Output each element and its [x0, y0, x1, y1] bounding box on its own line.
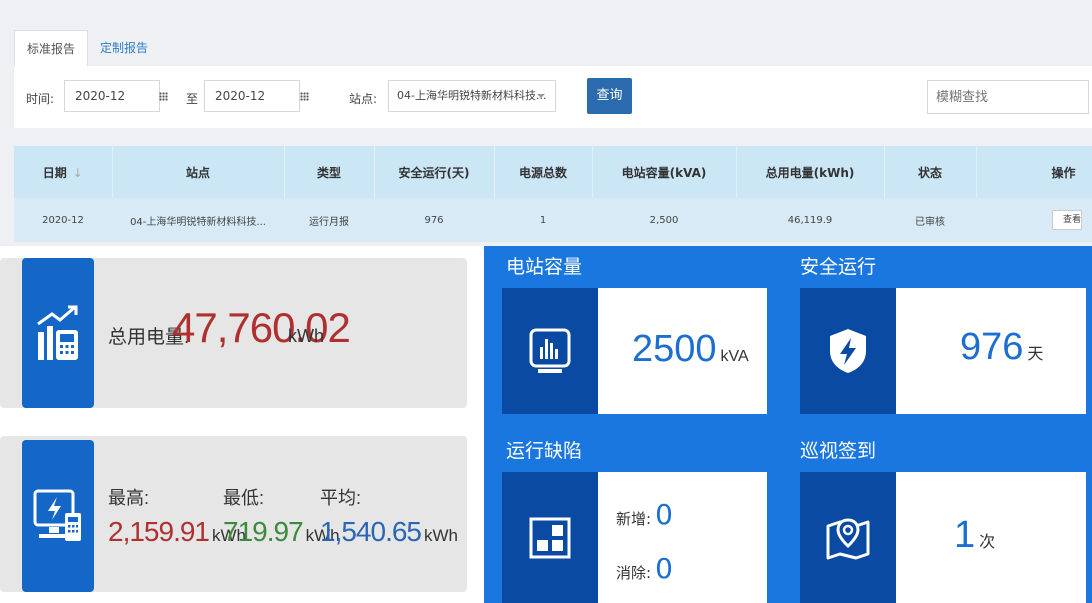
energy-stats-card: 最高: 2,159.91 kWh 最低: 719.97 kWh 平均: 1,540.… — [0, 436, 467, 592]
cell-status: 已审核 — [884, 198, 976, 242]
capacity-tile: 2500 kVA — [502, 288, 767, 414]
query-button[interactable]: 查询 — [587, 78, 632, 114]
cell-safe-days: 976 — [374, 198, 494, 242]
col-action-header: 操作 — [976, 146, 1092, 198]
cell-type: 运行月报 — [284, 198, 374, 242]
defects-title: 运行缺陷 — [506, 441, 583, 462]
chevron-down-icon — [537, 94, 545, 98]
cell-action: 查看 — [976, 198, 1092, 242]
cell-power-count: 1 — [494, 198, 592, 242]
report-tabs: 标准报告 定制报告 — [14, 30, 160, 66]
defects-tile: 新增: 0 消除: 0 — [502, 472, 767, 603]
report-table: 日期 ↓ 站点 类型 安全运行(天) 电源总数 电站容量(kVA) 总用电量(kW… — [14, 146, 1092, 242]
end-calendar-icon[interactable] — [293, 80, 315, 112]
start-date-field[interactable]: 2020-12 — [64, 80, 160, 112]
report-panel: 标准报告 定制报告 时间: 2020-12 至 2020-12 站点: 04-上… — [0, 0, 1092, 246]
search-input[interactable] — [927, 80, 1089, 114]
energy-chart-icon — [22, 258, 94, 408]
col-capacity-header: 电站容量(kVA) — [592, 146, 737, 198]
dashboard-panel: 电站容量 2500 kVA 安全运行 976 天 运行缺陷 新增: 0 消除: … — [484, 246, 1092, 603]
filter-bar: 时间: 2020-12 至 2020-12 站点: 04-上海华明锐特新材料科技… — [14, 66, 1092, 128]
total-energy-card: 总用电量: 47,760.02 kWh — [0, 258, 467, 408]
grid-blocks-icon — [502, 472, 598, 603]
defects-cleared: 消除: 0 — [616, 552, 673, 585]
station-select[interactable]: 04-上海华明锐特新材料科技... — [388, 80, 556, 112]
map-pin-icon — [800, 472, 896, 603]
col-station-header: 站点 — [112, 146, 285, 198]
cell-capacity: 2,500 — [592, 198, 736, 242]
avg-label: 平均: — [320, 488, 362, 508]
patrol-tile: 1次 — [800, 472, 1086, 603]
patrol-value: 1次 — [954, 514, 996, 556]
cell-station: 04-上海华明锐特新材料科技... — [112, 198, 284, 242]
capacity-value: 2500 kVA — [632, 328, 749, 370]
col-type-header: 类型 — [284, 146, 375, 198]
safety-value: 976 天 — [960, 326, 1044, 368]
min-label: 最低: — [223, 488, 265, 508]
start-calendar-icon[interactable] — [152, 80, 174, 112]
patrol-title: 巡视签到 — [800, 441, 877, 462]
avg-value: 1,540.65 kWh — [320, 516, 458, 547]
cell-date: 2020-12 — [14, 198, 112, 242]
tab-custom-report[interactable]: 定制报告 — [88, 30, 160, 66]
meter-icon — [502, 288, 598, 414]
total-energy-unit: kWh — [288, 326, 324, 346]
cell-total-energy: 46,119.9 — [736, 198, 884, 242]
shield-bolt-icon — [800, 288, 896, 414]
power-monitor-icon — [22, 440, 94, 592]
sort-arrow-icon[interactable]: ↓ — [73, 166, 83, 180]
to-label: 至 — [186, 92, 199, 106]
tab-standard-report[interactable]: 标准报告 — [14, 30, 89, 66]
view-button[interactable]: 查看 — [1052, 210, 1082, 230]
col-status-header: 状态 — [884, 146, 977, 198]
table-row: 2020-12 04-上海华明锐特新材料科技... 运行月报 976 1 2,5… — [14, 198, 1092, 242]
station-select-value: 04-上海华明锐特新材料科技... — [397, 89, 547, 102]
end-date-field[interactable]: 2020-12 — [204, 80, 300, 112]
col-power-count-header: 电源总数 — [494, 146, 593, 198]
capacity-title: 电站容量 — [506, 257, 583, 278]
time-label: 时间: — [26, 92, 55, 106]
table-header-row: 日期 ↓ 站点 类型 安全运行(天) 电源总数 电站容量(kVA) 总用电量(kW… — [14, 146, 1092, 198]
station-label: 站点: — [349, 92, 378, 106]
max-label: 最高: — [108, 488, 150, 508]
col-total-energy-header: 总用电量(kWh) — [736, 146, 885, 198]
safety-title: 安全运行 — [800, 257, 877, 278]
col-safe-days-header: 安全运行(天) — [374, 146, 495, 198]
safety-tile: 976 天 — [800, 288, 1086, 414]
defects-new: 新增: 0 — [616, 498, 673, 531]
col-date-header[interactable]: 日期 ↓ — [14, 146, 113, 198]
